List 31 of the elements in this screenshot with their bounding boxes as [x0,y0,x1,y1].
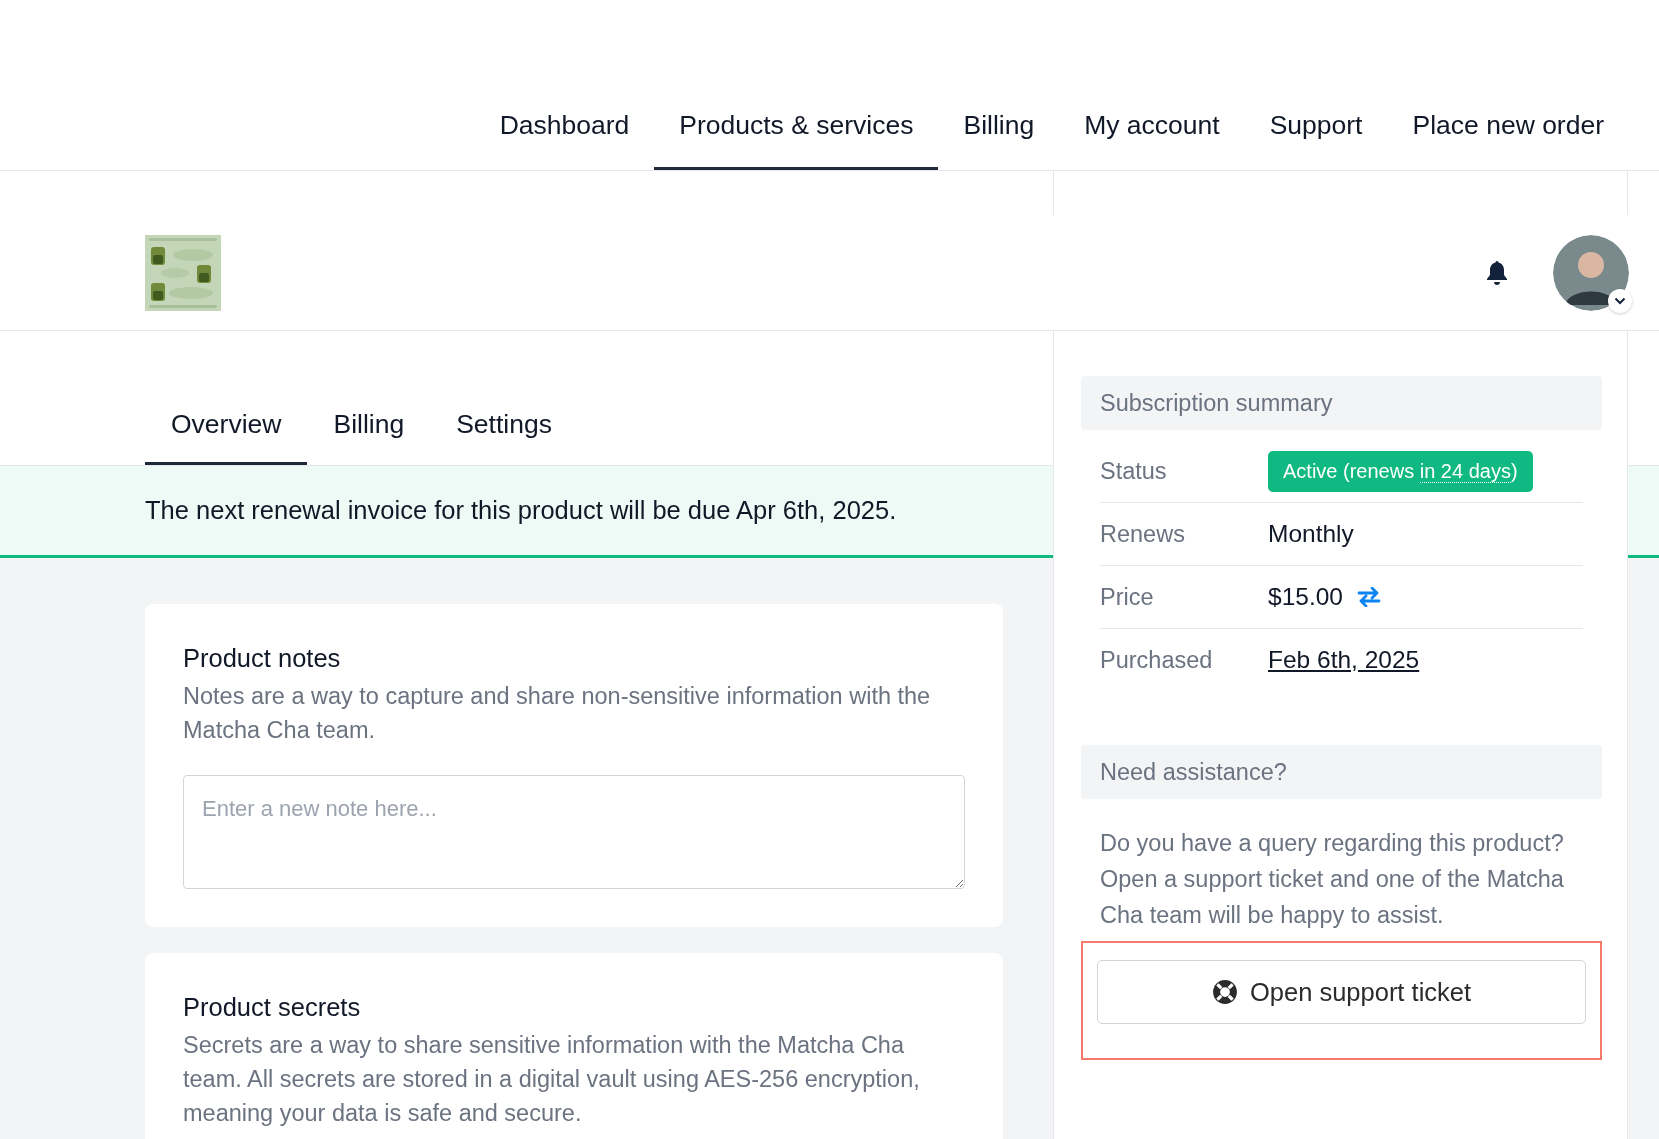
nav-link[interactable]: My account [1059,0,1245,170]
field-label: Price [1100,583,1155,611]
nav-link[interactable]: Billing [938,0,1060,170]
nav-link[interactable]: Support [1244,0,1388,170]
user-avatar[interactable] [1553,234,1629,311]
section-header: Subscription summary [1081,376,1602,430]
open-ticket-button[interactable]: Open support ticket [1097,960,1586,1024]
tab[interactable]: Settings [430,409,578,465]
dropdown-chevron-icon[interactable] [1608,288,1632,313]
card-description: Notes are a way to capture and share non-sensitive information with the Matcha Cha team. [183,682,932,745]
nav-link[interactable]: Dashboard [474,0,655,170]
nav-link[interactable]: Place new order [1387,0,1629,170]
status-badge: Active (renews in 24 days) [1268,450,1533,492]
tab[interactable]: Billing [307,409,431,465]
card-title: Product secrets [183,993,362,1022]
lifebuoy-icon [1211,979,1238,1005]
field-label: Status [1100,457,1168,485]
nav-link[interactable]: Products & services [654,0,939,170]
card-title: Product notes [183,644,342,673]
swap-arrows-icon[interactable] [1356,587,1381,607]
notice-text: The next renewal invoice for this product will be due Apr 6th, 2025. [145,496,897,524]
date-link[interactable]: Feb 6th, 2025 [1268,646,1420,674]
help-text: Do you have a query regarding this product? Open a support ticket and one of the Matcha Cha team will be happy to assist. [1100,829,1565,930]
notification-bell-icon[interactable] [1485,259,1509,286]
field-value: Monthly [1268,520,1354,548]
note-input-field[interactable]: Enter a new note here... [183,775,965,889]
price-value: $15.00 [1268,583,1343,611]
card-description: Secrets are a way to share sensitive information with the Matcha Cha team. All secrets are stored in a digital vault using AES-256 encryption, meaning your data is safe and secure. [183,1031,921,1128]
section-header: Need assistance? [1081,745,1602,799]
field-label: Purchased [1100,646,1214,674]
field-label: Renews [1100,520,1186,548]
